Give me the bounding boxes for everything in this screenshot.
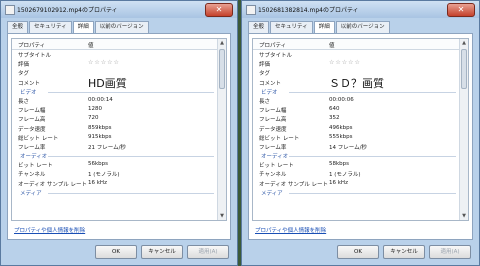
list-item[interactable]: フレーム高 352 <box>253 114 460 123</box>
list-item[interactable]: データ速度 859kbps <box>12 124 218 133</box>
list-item[interactable]: コメント ＳＤ？画質 <box>253 77 460 90</box>
vertical-scrollbar[interactable]: ▲ ▼ <box>217 39 226 220</box>
list-item[interactable]: フレーム幅 640 <box>253 105 460 114</box>
property-list[interactable]: プロパティ 値 サブタイトル 評価 ☆☆☆☆☆ タグ コメント ＳＤ？画質 ビデオ … <box>252 38 469 221</box>
scroll-down-icon[interactable]: ▼ <box>460 212 468 220</box>
list-item[interactable]: コメント HD画質 <box>12 77 218 90</box>
list-item[interactable]: 長さ 00:00:06 <box>253 96 460 105</box>
file-icon <box>5 5 15 15</box>
details-panel: プロパティ 値 サブタイトル 評価 ☆☆☆☆☆ タグ コメント HD画質 ビデオ 長… <box>7 33 231 240</box>
list-item[interactable]: データ速度 496kbps <box>253 124 460 133</box>
list-item[interactable]: フレーム率 14 フレーム/秒 <box>253 142 460 151</box>
ok-button[interactable]: OK <box>95 245 137 259</box>
scrollbar-thumb[interactable] <box>461 49 467 89</box>
scrollbar-thumb[interactable] <box>219 49 225 89</box>
list-item[interactable]: チャンネル 1 (モノラル) <box>12 169 218 178</box>
section-header-video: ビデオ <box>12 87 218 96</box>
section-header-media: メディア <box>12 188 218 197</box>
cancel-button[interactable]: キャンセル <box>141 245 183 259</box>
list-item[interactable]: サブタイトル <box>12 50 218 59</box>
list-item[interactable]: 評価 ☆☆☆☆☆ <box>253 59 460 68</box>
close-button[interactable]: ✕ <box>205 3 233 17</box>
cancel-button[interactable]: キャンセル <box>383 245 425 259</box>
list-item[interactable]: ビット レート 58kbps <box>253 160 460 169</box>
section-header-audio: オーディオ <box>12 151 218 160</box>
apply-button[interactable]: 適用(A) <box>187 245 229 259</box>
column-header-value[interactable]: 値 <box>88 41 94 49</box>
section-header-audio: オーディオ <box>253 151 460 160</box>
tab-general[interactable]: 全般 <box>7 21 29 33</box>
file-icon <box>246 5 256 15</box>
tab-strip: 全般 セキュリティ 詳細 以前のバージョン <box>248 21 391 34</box>
section-header-media: メディア <box>253 188 460 197</box>
column-header-value[interactable]: 値 <box>329 41 335 49</box>
title-bar[interactable]: 1502681382814.mp4のプロパティ ✕ <box>242 1 479 18</box>
list-item[interactable]: 総ビット レート 555kbps <box>253 133 460 142</box>
list-item[interactable]: 総ビット レート 915kbps <box>12 133 218 142</box>
ok-button[interactable]: OK <box>337 245 379 259</box>
list-item[interactable]: オーディオ サンプル レート 16 kHz <box>253 179 460 188</box>
scroll-up-icon[interactable]: ▲ <box>218 39 226 47</box>
properties-window-right: 1502681382814.mp4のプロパティ ✕ 全般 セキュリティ 詳細 以… <box>241 0 480 266</box>
close-icon: ✕ <box>457 5 465 14</box>
tab-previous-versions[interactable]: 以前のバージョン <box>94 21 149 33</box>
close-button[interactable]: ✕ <box>447 3 475 17</box>
list-header: プロパティ 値 <box>12 39 218 50</box>
properties-window-left: 1502679102912.mp4のプロパティ ✕ 全般 セキュリティ 詳細 以… <box>0 0 238 266</box>
title-bar[interactable]: 1502679102912.mp4のプロパティ ✕ <box>1 1 237 18</box>
list-item[interactable]: 評価 ☆☆☆☆☆ <box>12 59 218 68</box>
tab-previous-versions[interactable]: 以前のバージョン <box>335 21 390 33</box>
rating-stars[interactable]: ☆☆☆☆☆ <box>329 59 361 66</box>
window-title: 1502681382814.mp4のプロパティ <box>258 7 359 14</box>
details-panel: プロパティ 値 サブタイトル 評価 ☆☆☆☆☆ タグ コメント ＳＤ？画質 ビデオ … <box>248 33 473 240</box>
column-header-property[interactable]: プロパティ <box>18 41 45 49</box>
tab-strip: 全般 セキュリティ 詳細 以前のバージョン <box>7 21 150 34</box>
scroll-down-icon[interactable]: ▼ <box>218 212 226 220</box>
list-item[interactable]: フレーム率 21 フレーム/秒 <box>12 142 218 151</box>
close-icon: ✕ <box>215 5 223 14</box>
list-header: プロパティ 値 <box>253 39 460 50</box>
list-item[interactable]: オーディオ サンプル レート 16 kHz <box>12 179 218 188</box>
property-list[interactable]: プロパティ 値 サブタイトル 評価 ☆☆☆☆☆ タグ コメント HD画質 ビデオ 長… <box>11 38 227 221</box>
list-item[interactable]: フレーム幅 1280 <box>12 105 218 114</box>
remove-properties-link[interactable]: プロパティや個人情報を削除 <box>255 226 326 234</box>
column-header-property[interactable]: プロパティ <box>259 41 286 49</box>
section-header-video: ビデオ <box>253 87 460 96</box>
list-item[interactable]: ビット レート 56kbps <box>12 160 218 169</box>
tab-general[interactable]: 全般 <box>248 21 270 33</box>
tab-security[interactable]: セキュリティ <box>29 21 72 33</box>
window-title: 1502679102912.mp4のプロパティ <box>17 7 118 14</box>
vertical-scrollbar[interactable]: ▲ ▼ <box>459 39 468 220</box>
list-item[interactable]: チャンネル 1 (モノラル) <box>253 169 460 178</box>
scroll-up-icon[interactable]: ▲ <box>460 39 468 47</box>
tab-security[interactable]: セキュリティ <box>270 21 313 33</box>
apply-button[interactable]: 適用(A) <box>429 245 471 259</box>
remove-properties-link[interactable]: プロパティや個人情報を削除 <box>14 226 85 234</box>
list-item[interactable]: フレーム高 720 <box>12 114 218 123</box>
list-item[interactable]: 長さ 00:00:14 <box>12 96 218 105</box>
rating-stars[interactable]: ☆☆☆☆☆ <box>88 59 120 66</box>
list-item[interactable]: サブタイトル <box>253 50 460 59</box>
